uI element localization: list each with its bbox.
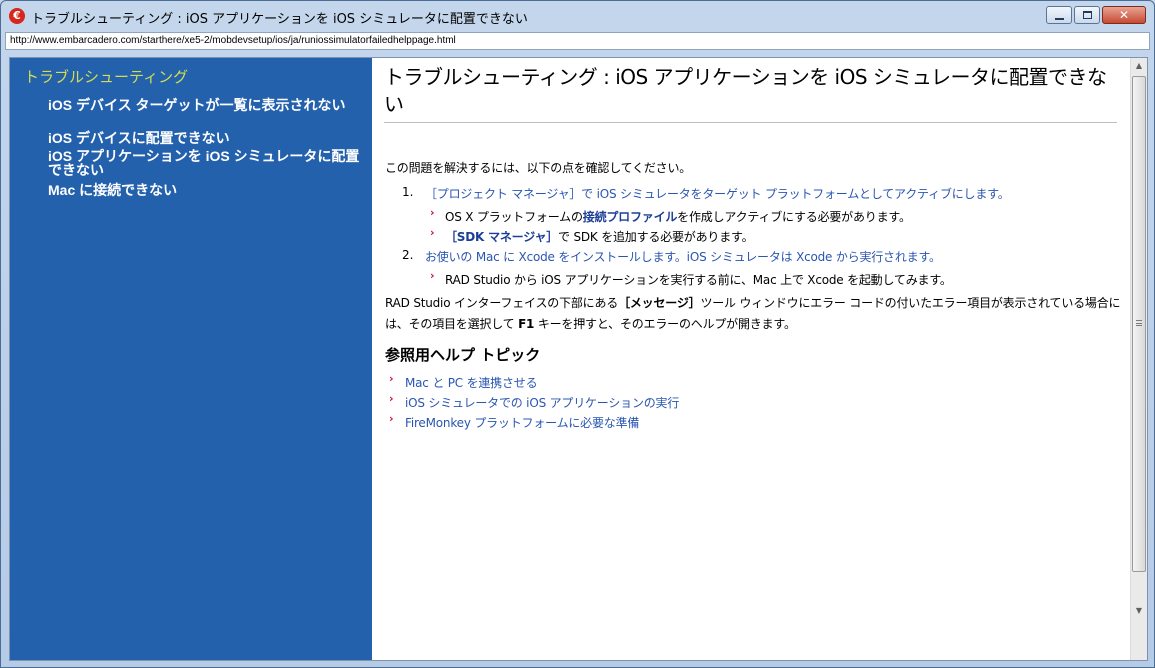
intro-text: この問題を解決するには、以下の点を確認してください。 (385, 161, 692, 175)
bullet-icon: › (389, 372, 394, 385)
subitem-text: OS X プラットフォームの (445, 210, 583, 224)
embarcadero-logo-icon: € (9, 8, 25, 24)
window-controls: ✕ (1046, 6, 1146, 24)
subitem-text: で SDK を追加する必要があります。 (558, 230, 754, 244)
step-1-subitem-1: OS X プラットフォームの接続プロファイルを作成しアクティブにする必要がありま… (445, 208, 911, 225)
maximize-button[interactable] (1074, 6, 1100, 24)
note-text: ツール ウィンドウにエラー コードの付いたエラー項目が表示されている場合に (700, 296, 1121, 310)
sidebar: トラブルシューティング iOS デバイス ターゲットが一覧に表示されない iOS… (10, 58, 372, 660)
minimize-icon (1055, 18, 1064, 20)
window-title: トラブルシューティング : iOS アプリケーションを iOS シミュレータに配… (31, 12, 528, 27)
note-line-2: は、その項目を選択して F1 キーを押すと、そのエラーのヘルプが開きます。 (385, 315, 796, 332)
note-text: RAD Studio インターフェイスの下部にある (385, 296, 619, 310)
bullet-icon: › (389, 392, 394, 405)
bullet-icon: › (389, 412, 394, 425)
sidebar-title: トラブルシューティング (24, 68, 189, 86)
sdk-manager-link[interactable]: ［SDK マネージャ］ (445, 230, 558, 244)
step-2-text[interactable]: お使いの Mac に Xcode をインストールします。iOS シミュレータは … (425, 248, 941, 265)
bullet-icon: › (430, 226, 435, 239)
vertical-scrollbar[interactable]: ▲ ▼ (1130, 58, 1147, 660)
note-line-1: RAD Studio インターフェイスの下部にある［メッセージ］ツール ウィンド… (385, 294, 1121, 311)
related-link-firemonkey[interactable]: FireMonkey プラットフォームに必要な準備 (405, 414, 639, 431)
title-divider (384, 122, 1117, 123)
step-2-subitem-1: RAD Studio から iOS アプリケーションを実行する前に、Mac 上で… (445, 273, 952, 287)
sidebar-item-device-target-not-listed[interactable]: iOS デバイス ターゲットが一覧に表示されない (48, 98, 368, 112)
address-bar[interactable]: http://www.embarcadero.com/starthere/xe5… (5, 32, 1150, 50)
step-number: 2. (402, 248, 414, 262)
scroll-down-icon[interactable]: ▼ (1131, 603, 1147, 619)
related-topics-heading: 参照用ヘルプ トピック (385, 346, 541, 364)
related-link-ios-simulator[interactable]: iOS シミュレータでの iOS アプリケーションの実行 (405, 394, 679, 411)
maximize-icon (1083, 11, 1092, 19)
sidebar-item-cannot-deploy-simulator[interactable]: iOS アプリケーションを iOS シミュレータに配置できない (48, 149, 368, 177)
subitem-text: を作成しアクティブにする必要があります。 (677, 210, 911, 224)
note-text: は、その項目を選択して (385, 317, 519, 331)
messages-window-label: ［メッセージ］ (618, 296, 701, 310)
grip-icon (1136, 320, 1142, 326)
connection-profile-link[interactable]: 接続プロファイル (583, 210, 678, 224)
page-title: トラブルシューティング : iOS アプリケーションを iOS シミュレータに配… (384, 65, 1107, 116)
close-button[interactable]: ✕ (1102, 6, 1146, 24)
step-1-subitem-2: ［SDK マネージャ］で SDK を追加する必要があります。 (445, 228, 754, 245)
bullet-icon: › (430, 206, 435, 219)
close-icon: ✕ (1118, 8, 1130, 22)
help-content-area: トラブルシューティング iOS デバイス ターゲットが一覧に表示されない iOS… (9, 57, 1148, 661)
related-link-mac-pc[interactable]: Mac と PC を連携させる (405, 374, 538, 391)
title-bar[interactable]: € トラブルシューティング : iOS アプリケーションを iOS シミュレータ… (1, 1, 1154, 31)
main-article: トラブルシューティング : iOS アプリケーションを iOS シミュレータに配… (372, 58, 1130, 660)
sidebar-item-cannot-deploy-device[interactable]: iOS デバイスに配置できない (48, 131, 368, 145)
note-text: キーを押すと、そのエラーのヘルプが開きます。 (534, 317, 796, 331)
scroll-up-icon[interactable]: ▲ (1131, 58, 1147, 74)
minimize-button[interactable] (1046, 6, 1072, 24)
bullet-icon: › (430, 269, 435, 282)
sidebar-item-cannot-connect-mac[interactable]: Mac に接続できない (48, 183, 368, 197)
scroll-thumb[interactable] (1132, 76, 1146, 572)
help-window: € トラブルシューティング : iOS アプリケーションを iOS シミュレータ… (0, 0, 1155, 668)
step-1-text[interactable]: ［プロジェクト マネージャ］で iOS シミュレータをターゲット プラットフォー… (425, 185, 1010, 202)
step-number: 1. (402, 185, 414, 199)
f1-key-label: F1 (518, 317, 535, 331)
